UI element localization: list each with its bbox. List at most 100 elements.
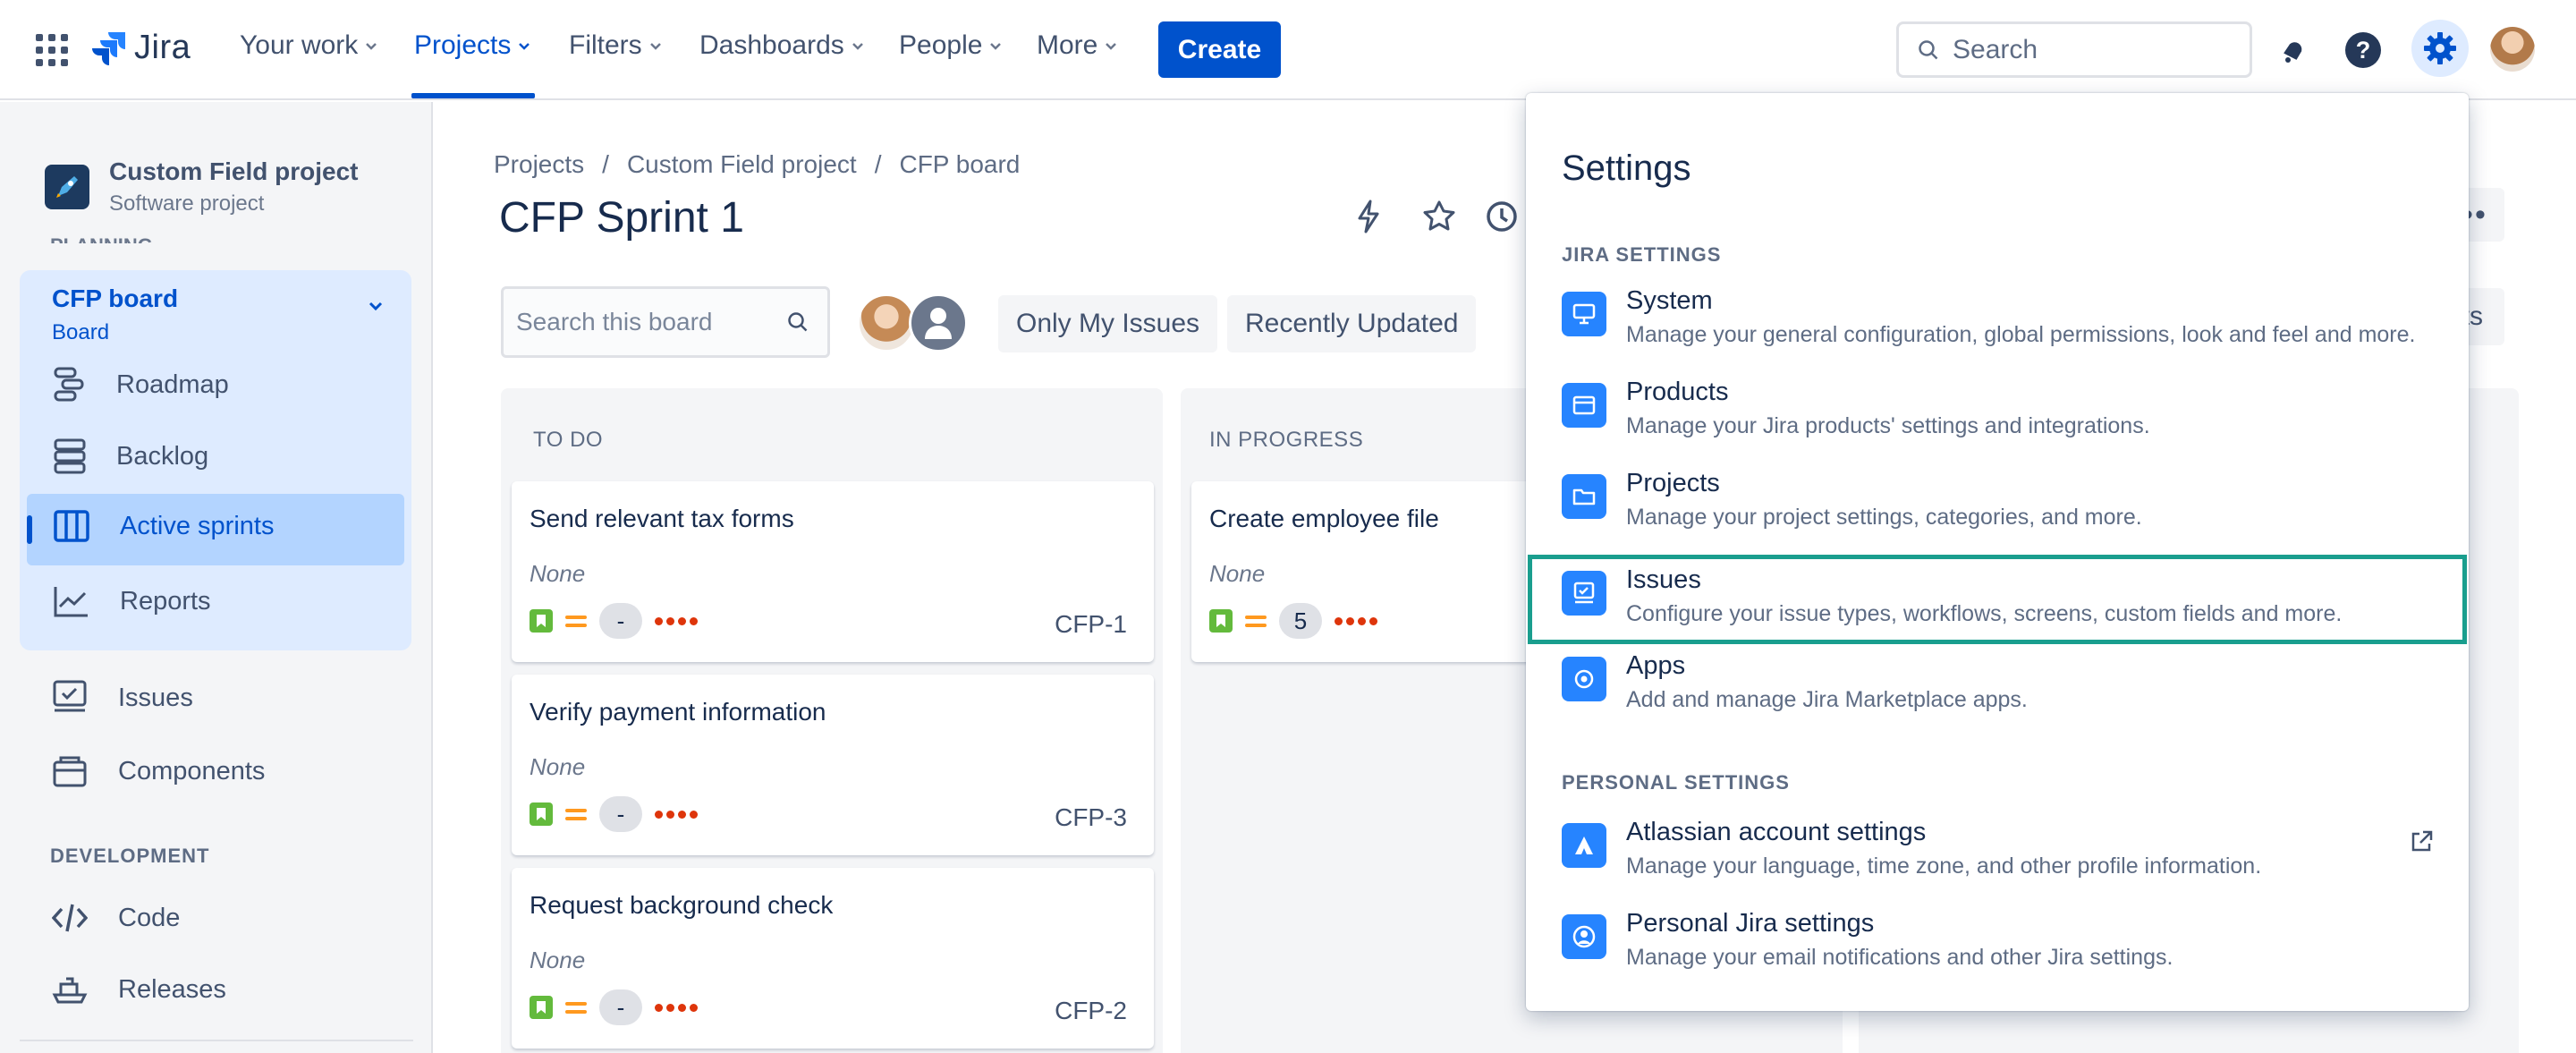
sidebar-item-label: Backlog [116,441,209,471]
story-points-badge: - [599,603,642,639]
global-search-placeholder: Search [1953,34,2038,64]
issue-footer: - [530,796,698,832]
sidebar-item-label: Code [118,903,181,932]
settings-dropdown: Settings JIRA SETTINGS System Manage you… [1526,93,2469,1011]
unassigned-avatar[interactable] [909,293,968,352]
rocket-icon [45,165,89,209]
story-icon [530,609,553,633]
board-columns-icon [54,510,89,542]
story-icon [1209,609,1233,633]
settings-item-products[interactable]: Products Manage your Jira products' sett… [1526,361,2469,451]
top-navigation: Jira Your work Projects Filters Dashboar… [0,0,2576,100]
settings-item-apps[interactable]: Apps Add and manage Jira Marketplace app… [1526,635,2469,725]
person-icon [925,308,952,339]
settings-item-name: Issues [1626,565,1701,594]
notifications-icon[interactable] [2272,29,2315,72]
ship-icon [52,977,88,1004]
star-icon[interactable] [1419,197,1459,236]
board-search-placeholder: Search this board [516,308,713,335]
board-search-input[interactable]: Search this board [501,286,830,358]
project-header[interactable]: Custom Field project Software project [45,157,358,217]
sidebar-item-components[interactable]: Components [52,755,265,787]
nav-more-label: More [1037,30,1098,60]
column-title: IN PROGRESS [1209,428,1364,452]
automation-icon[interactable] [1349,197,1388,236]
settings-item-name: Products [1626,378,1729,406]
breadcrumb-projects[interactable]: Projects [494,150,584,179]
settings-item-description: Manage your project settings, categories… [1626,505,2142,530]
issue-footer: - [530,603,698,639]
sidebar-item-label: Issues [118,683,193,712]
nav-more[interactable]: More [1037,30,1119,61]
settings-item-description: Manage your Jira products' settings and … [1626,413,2150,438]
window-icon [1562,383,1606,428]
issue-title: Create employee file [1209,505,1439,532]
issue-card[interactable]: Send relevant tax forms None - CFP-1 [512,481,1154,662]
settings-item-projects[interactable]: Projects Manage your project settings, c… [1526,453,2469,542]
settings-item-issues[interactable]: Issues Configure your issue types, workf… [1528,555,2467,644]
create-button[interactable]: Create [1158,21,1281,78]
sidebar-item-label: Active sprints [120,511,275,540]
sidebar-item-label: Roadmap [116,369,229,399]
nav-people[interactable]: People [899,30,1004,61]
nav-dashboards[interactable]: Dashboards [699,30,866,61]
settings-item-description: Manage your general configuration, globa… [1626,322,2416,347]
gear-icon [2424,32,2456,64]
question-mark-icon: ? [2345,32,2381,68]
app-switcher-icon[interactable] [36,34,68,66]
help-icon[interactable]: ? [2342,29,2385,72]
only-my-issues-filter[interactable]: Only My Issues [998,295,1218,352]
chevron-down-icon[interactable] [367,297,385,315]
global-search-input[interactable]: Search [1896,21,2252,78]
sidebar-item-roadmap[interactable]: Roadmap [54,367,229,403]
issue-subtitle: None [530,947,586,973]
assignee-avatar[interactable] [857,293,916,352]
issue-title: Send relevant tax forms [530,505,794,532]
settings-gear-button[interactable] [2411,20,2469,77]
priority-medium-icon [565,1001,587,1014]
development-section-label: DEVELOPMENT [50,845,210,867]
nav-filters[interactable]: Filters [569,30,664,61]
nav-projects[interactable]: Projects [414,30,532,61]
sidebar-item-label: Releases [118,974,226,1004]
sidebar-item-issues[interactable]: Issues [52,680,193,716]
issue-key[interactable]: CFP-3 [1055,803,1127,832]
issue-card[interactable]: Request background check None - CFP-2 [512,868,1154,1049]
nav-your-work[interactable]: Your work [240,30,379,61]
settings-item-description: Manage your email notifications and othe… [1626,945,2174,970]
settings-item-personal-jira[interactable]: Personal Jira settings Manage your email… [1526,893,2469,982]
issue-subtitle: None [530,753,586,780]
external-link-icon [2411,830,2433,852]
sidebar-item-label: Reports [120,586,211,616]
sidebar-item-reports[interactable]: Reports [54,585,211,617]
nav-people-label: People [899,30,983,60]
story-icon [530,802,553,826]
project-sidebar: Custom Field project Software project PL… [0,102,433,1053]
sidebar-item-active-sprints[interactable]: Active sprints [54,510,274,542]
clock-icon[interactable] [1482,197,1521,236]
chart-line-icon [54,587,88,617]
sidebar-item-backlog[interactable]: Backlog [54,438,208,474]
settings-item-name: Apps [1626,651,1686,680]
chevron-down-icon [852,43,863,50]
nav-projects-label: Projects [414,30,512,60]
breadcrumb-board[interactable]: CFP board [899,150,1020,179]
search-icon [1919,39,1938,59]
breadcrumb-project[interactable]: Custom Field project [627,150,857,179]
sidebar-item-releases[interactable]: Releases [52,973,226,1006]
search-icon [788,312,808,332]
recently-updated-filter[interactable]: Recently Updated [1227,295,1477,352]
issues-icon [53,680,87,712]
nav-dashboards-label: Dashboards [699,30,844,60]
settings-item-atlassian-account[interactable]: Atlassian account settings Manage your l… [1526,802,2469,891]
issue-card[interactable]: Verify payment information None - CFP-3 [512,675,1154,855]
sidebar-item-code[interactable]: Code [52,902,180,934]
issue-footer: 5 [1209,603,1377,639]
svg-text:?: ? [2356,37,2371,64]
issue-key[interactable]: CFP-2 [1055,997,1127,1025]
jira-logo[interactable]: Jira [91,29,191,67]
user-avatar[interactable] [2490,27,2535,72]
settings-item-system[interactable]: System Manage your general configuration… [1526,270,2469,360]
issue-key[interactable]: CFP-1 [1055,610,1127,639]
person-icon [1562,914,1606,959]
